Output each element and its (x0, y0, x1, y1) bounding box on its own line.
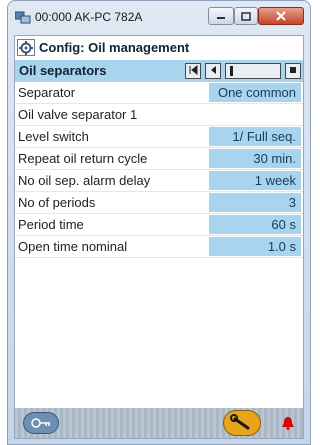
page-indicator-icon (230, 66, 233, 76)
first-page-icon (189, 64, 198, 76)
table-row[interactable]: Open time nominal 1.0 s (15, 236, 303, 258)
row-value[interactable]: 1 week (209, 171, 301, 190)
row-label: Period time (18, 217, 84, 232)
login-button[interactable] (23, 412, 59, 434)
maximize-icon (241, 11, 251, 21)
client-area: Config: Oil management Oil separators Se… (14, 35, 304, 439)
app-window: 00:000 AK-PC 782A Config: Oil management… (7, 0, 311, 445)
maximize-button[interactable] (234, 7, 258, 25)
minimize-icon (217, 17, 225, 19)
table-row[interactable]: Separator One common (15, 82, 303, 104)
row-label: Level switch (18, 129, 89, 144)
service-button[interactable] (223, 410, 261, 436)
alarm-bell-icon[interactable] (281, 416, 295, 430)
section-header: Oil separators (15, 60, 303, 82)
row-value[interactable]: 1/ Full seq. (209, 127, 301, 146)
prev-page-button[interactable] (205, 63, 221, 79)
row-value[interactable]: 60 s (209, 215, 301, 234)
row-value[interactable]: 30 min. (209, 149, 301, 168)
last-page-icon (290, 67, 296, 73)
close-icon (276, 11, 286, 21)
first-page-button[interactable] (185, 63, 201, 79)
config-header: Config: Oil management (15, 36, 303, 60)
close-button[interactable] (258, 7, 304, 25)
row-label: Open time nominal (18, 239, 128, 254)
row-label: Repeat oil return cycle (18, 151, 148, 166)
table-row[interactable]: No oil sep. alarm delay 1 week (15, 170, 303, 192)
window-title: 00:000 AK-PC 782A (35, 10, 143, 24)
login-icon (31, 418, 50, 428)
table-row[interactable]: No of periods 3 (15, 192, 303, 214)
table-row[interactable]: Level switch 1/ Full seq. (15, 126, 303, 148)
row-value[interactable]: 1.0 s (209, 237, 301, 256)
prev-page-icon (211, 66, 216, 74)
minimize-button[interactable] (208, 7, 234, 25)
table-row[interactable]: Period time 60 s (15, 214, 303, 236)
row-value[interactable]: One common (209, 83, 301, 102)
page-title: Config: Oil management (39, 40, 190, 55)
table-row[interactable]: Repeat oil return cycle 30 min. (15, 148, 303, 170)
row-label: Oil valve separator 1 (18, 107, 138, 122)
row-label: Separator (18, 85, 76, 100)
bottom-toolbar (15, 408, 303, 438)
row-label: No oil sep. alarm delay (18, 173, 151, 188)
app-icon (15, 11, 31, 24)
table-row: Oil valve separator 1 (15, 104, 303, 126)
row-value[interactable]: 3 (209, 193, 301, 212)
section-title: Oil separators (19, 63, 107, 78)
config-gear-icon (19, 41, 33, 55)
config-icon[interactable] (17, 39, 35, 56)
row-label: No of periods (18, 195, 96, 210)
page-indicator[interactable] (225, 63, 281, 79)
wrench-icon (230, 414, 250, 430)
last-page-button[interactable] (285, 63, 301, 79)
title-bar[interactable]: 00:000 AK-PC 782A (8, 1, 310, 35)
